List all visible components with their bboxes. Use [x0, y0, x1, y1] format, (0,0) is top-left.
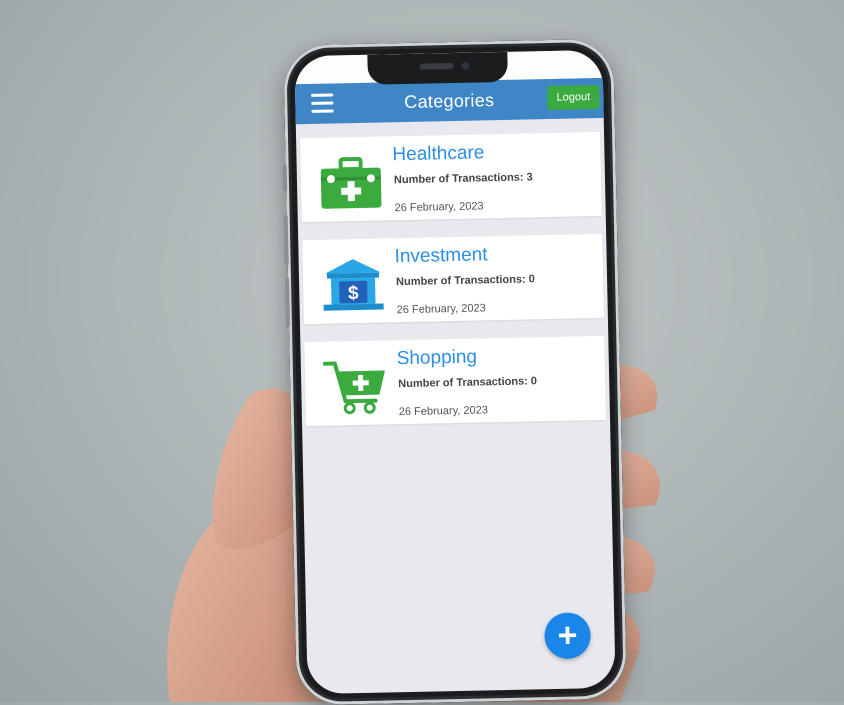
- category-list: Healthcare Number of Transactions: 3 26 …: [296, 118, 610, 427]
- app-bar: Categories Logout: [294, 77, 604, 125]
- category-name: Healthcare: [392, 142, 485, 166]
- category-date: 26 February, 2023: [398, 404, 489, 419]
- bank-icon: $: [323, 259, 384, 311]
- logout-button[interactable]: Logout: [547, 84, 600, 110]
- add-category-button[interactable]: +: [544, 612, 592, 660]
- category-date: 26 February, 2023: [396, 302, 486, 317]
- shopping-cart-icon: [322, 361, 385, 415]
- medical-kit-icon: [320, 156, 382, 209]
- app-screen: Categories Logout Healthcare Number of T…: [294, 49, 616, 695]
- transaction-count: Number of Transactions: 0: [398, 375, 538, 391]
- category-date: 26 February, 2023: [394, 200, 484, 215]
- category-card-healthcare[interactable]: Healthcare Number of Transactions: 3 26 …: [300, 131, 602, 223]
- phone-frame: Categories Logout Healthcare Number of T…: [282, 38, 627, 705]
- category-card-shopping[interactable]: Shopping Number of Transactions: 0 26 Fe…: [304, 335, 607, 427]
- phone-notch: [367, 51, 508, 85]
- transaction-count: Number of Transactions: 3: [393, 171, 533, 187]
- category-card-investment[interactable]: $ Investment Number of Transactions: 0 2…: [302, 233, 604, 325]
- category-name: Investment: [394, 244, 488, 268]
- transaction-count: Number of Transactions: 0: [395, 273, 535, 289]
- category-name: Shopping: [396, 346, 478, 370]
- svg-text:$: $: [348, 283, 359, 304]
